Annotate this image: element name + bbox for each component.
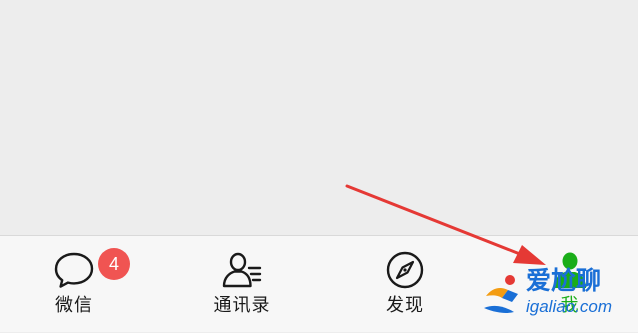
- chat-bubble-icon: [52, 248, 96, 292]
- compass-icon: [383, 248, 427, 292]
- tab-contacts-label: 通讯录: [213, 295, 271, 316]
- tab-me[interactable]: 我: [510, 236, 630, 333]
- unread-badge: 4: [98, 248, 130, 280]
- tab-discover[interactable]: 发现: [345, 236, 465, 333]
- content-area: [0, 0, 638, 235]
- tab-chats[interactable]: 4 微信: [14, 236, 134, 333]
- tab-me-label: 我: [560, 295, 580, 316]
- tab-discover-label: 发现: [386, 295, 424, 316]
- person-icon: [548, 248, 592, 292]
- bottom-tab-bar: 4 微信 通讯录 发现 我: [0, 235, 638, 332]
- tab-chats-label: 微信: [55, 295, 93, 316]
- tab-contacts[interactable]: 通讯录: [182, 236, 302, 333]
- contacts-icon: [220, 248, 264, 292]
